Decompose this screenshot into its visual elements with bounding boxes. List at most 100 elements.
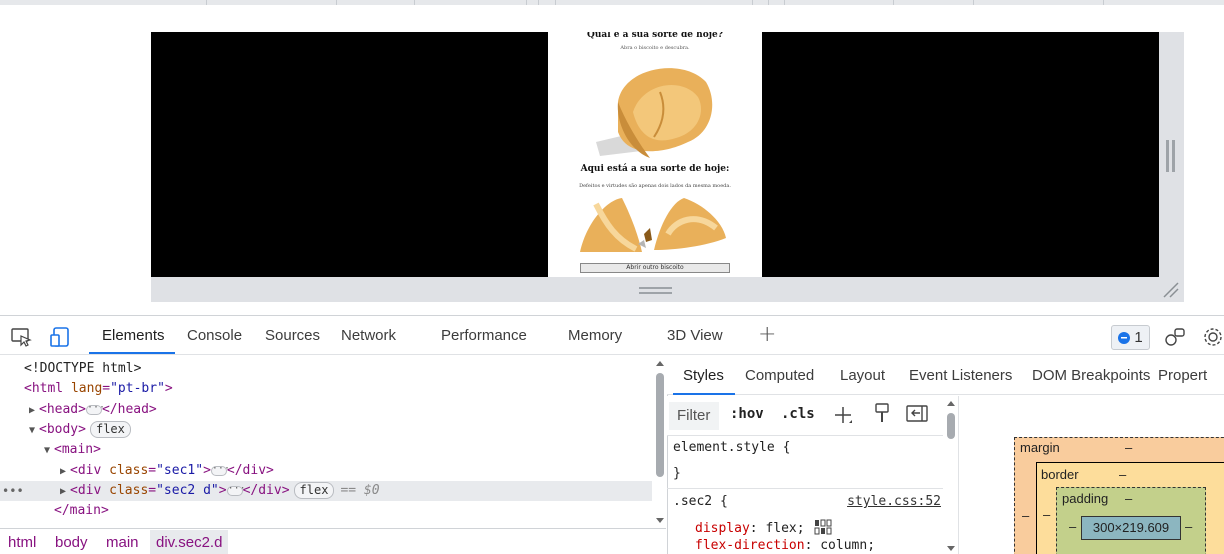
devtools-panel: Elements Console Sources Network Perform…	[0, 315, 1224, 554]
issues-counter-button[interactable]: 1	[1111, 325, 1150, 350]
dom-node-html[interactable]: <html lang="pt-br">	[0, 379, 652, 399]
device-emulation-icon[interactable]	[50, 326, 72, 348]
viewport-corner-resize-handle[interactable]	[1162, 282, 1180, 298]
scrollbar-thumb[interactable]	[947, 413, 955, 439]
box-model-margin[interactable]: margin – – border – – padding – – – 300×…	[1014, 437, 1224, 554]
tab-layout[interactable]: Layout	[840, 367, 885, 384]
feedback-icon[interactable]	[1164, 326, 1186, 348]
active-sub-tab-indicator	[673, 393, 735, 395]
css-property-name: flex-direction	[695, 538, 805, 553]
breadcrumb-html[interactable]: html	[8, 534, 36, 551]
dom-node-head[interactable]: ▶ <head>···</head>	[0, 400, 652, 420]
box-model-content-size[interactable]: 300×219.609	[1081, 516, 1181, 540]
settings-gear-icon[interactable]	[1202, 326, 1224, 348]
dom-tree-scrollbar[interactable]	[654, 356, 666, 528]
tab-elements[interactable]: Elements	[102, 327, 165, 344]
flex-badge[interactable]: flex	[89, 421, 131, 438]
viewport-width-resize-handle[interactable]	[1166, 140, 1176, 172]
padding-top-value: –	[1125, 491, 1133, 506]
scrollbar-thumb[interactable]	[656, 373, 664, 477]
flexbox-editor-icon[interactable]	[814, 519, 832, 535]
collapsed-ellipsis-icon[interactable]: ···	[85, 402, 105, 415]
tab-computed[interactable]: Computed	[745, 367, 814, 384]
issue-message-icon	[1118, 331, 1131, 344]
breadcrumb-main[interactable]: main	[106, 534, 139, 551]
rule-divider	[667, 488, 943, 489]
css-declaration-display[interactable]: display: flex;	[667, 519, 943, 536]
opened-fortune-cookie-image	[580, 198, 726, 252]
tab-properties[interactable]: Propert	[1158, 367, 1207, 384]
scroll-down-icon[interactable]	[945, 544, 957, 554]
scroll-up-icon[interactable]	[654, 358, 666, 368]
new-style-rule-plus-icon[interactable]	[832, 404, 854, 426]
paint-brush-icon[interactable]	[872, 402, 892, 426]
element-style-rule[interactable]: element.style {	[667, 440, 943, 455]
open-another-cookie-button[interactable]: Abrir outro biscoito	[580, 263, 730, 273]
tab-styles[interactable]: Styles	[683, 367, 724, 384]
box-model-border[interactable]: border – – padding – – – 300×219.609	[1036, 462, 1224, 554]
collapsed-ellipsis-icon[interactable]: ···	[210, 463, 230, 476]
tab-event-listeners[interactable]: Event Listeners	[909, 367, 1012, 384]
class-toggle[interactable]: .cls	[781, 406, 815, 422]
padding-left-value: –	[1069, 519, 1077, 534]
styles-filter-bar: Filter :hov .cls	[667, 396, 943, 436]
body-tag: <body>	[39, 422, 86, 437]
flex-badge[interactable]: flex	[293, 482, 335, 499]
html-attr-name: lang	[70, 381, 103, 396]
dom-node-doctype[interactable]: <!DOCTYPE html>	[0, 359, 652, 379]
dom-node-main[interactable]: ▼ <main>	[0, 440, 652, 460]
toggle-sidebar-icon[interactable]	[906, 404, 928, 424]
element-breadcrumb: html body main div.sec2.d	[0, 528, 666, 554]
element-style-selector: element.style {	[673, 440, 791, 455]
div-close-tag: </div>	[242, 483, 290, 498]
fortune-text: Defeitos e virtudes são apenas dois lado…	[579, 183, 731, 189]
collapse-triangle-icon[interactable]: ▼	[29, 421, 39, 441]
hover-state-toggle[interactable]: :hov	[730, 406, 764, 422]
main-tag: <main>	[54, 442, 101, 457]
html-tag: <html	[24, 381, 64, 396]
tab-memory[interactable]: Memory	[568, 327, 622, 344]
tab-3d-view[interactable]: 3D View	[667, 327, 723, 344]
more-tools-plus-icon[interactable]: +	[758, 322, 776, 347]
scroll-down-icon[interactable]	[654, 516, 666, 526]
dom-node-main-close[interactable]: </main>	[0, 501, 652, 521]
element-style-brace: }	[673, 466, 681, 481]
issues-count: 1	[1134, 329, 1143, 346]
collapsed-ellipsis-icon[interactable]: ···	[226, 483, 246, 496]
tab-performance[interactable]: Performance	[441, 327, 527, 344]
page-title: Qual é a sua sorte de hoje?	[587, 32, 723, 40]
padding-label: padding	[1062, 491, 1109, 506]
margin-top-value: –	[1125, 440, 1133, 455]
dom-node-div-sec2-selected[interactable]: ••• ▶ <div class="sec2 d">···</div> flex ==…	[0, 481, 652, 501]
dom-node-div-sec1[interactable]: ▶ <div class="sec1">···</div>	[0, 461, 652, 481]
tab-network[interactable]: Network	[341, 327, 396, 344]
head-close-tag: </head>	[101, 402, 157, 417]
expand-triangle-icon[interactable]: ▶	[60, 462, 70, 482]
html-tag-close: >	[164, 381, 173, 396]
dom-tree-panel: <!DOCTYPE html> <html lang="pt-br"> ▶ <he…	[0, 356, 666, 554]
styles-filter-input[interactable]: Filter	[669, 402, 719, 430]
element-style-close: }	[667, 466, 943, 481]
tab-dom-breakpoints[interactable]: DOM Breakpoints	[1032, 367, 1150, 384]
head-tag: <head>	[39, 402, 86, 417]
border-left-value: –	[1043, 507, 1051, 522]
inspect-element-icon[interactable]	[10, 326, 32, 348]
box-model-diagram: margin – – border – – padding – – – 300×…	[958, 396, 1224, 554]
stylesheet-source-link[interactable]: style.css:52	[847, 494, 941, 509]
css-declaration-flex-direction[interactable]: flex-direction: column;	[667, 538, 943, 553]
dom-node-body[interactable]: ▼ <body> flex	[0, 420, 652, 440]
expand-triangle-icon[interactable]: ▶	[60, 482, 70, 502]
scroll-up-icon[interactable]	[945, 398, 957, 408]
tab-console[interactable]: Console	[187, 327, 242, 344]
viewport-height-resize-handle[interactable]	[639, 287, 672, 295]
breadcrumb-body[interactable]: body	[55, 534, 88, 551]
styles-scrollbar[interactable]	[944, 396, 957, 554]
node-actions-icon[interactable]: •••	[2, 481, 24, 501]
tab-sources[interactable]: Sources	[265, 327, 320, 344]
box-model-padding[interactable]: padding – – – 300×219.609	[1056, 487, 1206, 554]
breadcrumb-div-sec2[interactable]: div.sec2.d	[150, 530, 229, 554]
sec2-rule[interactable]: .sec2 { style.css:52	[667, 494, 943, 509]
div-close-tag: </div>	[226, 463, 274, 478]
expand-triangle-icon[interactable]: ▶	[29, 401, 39, 421]
collapse-triangle-icon[interactable]: ▼	[44, 441, 54, 461]
